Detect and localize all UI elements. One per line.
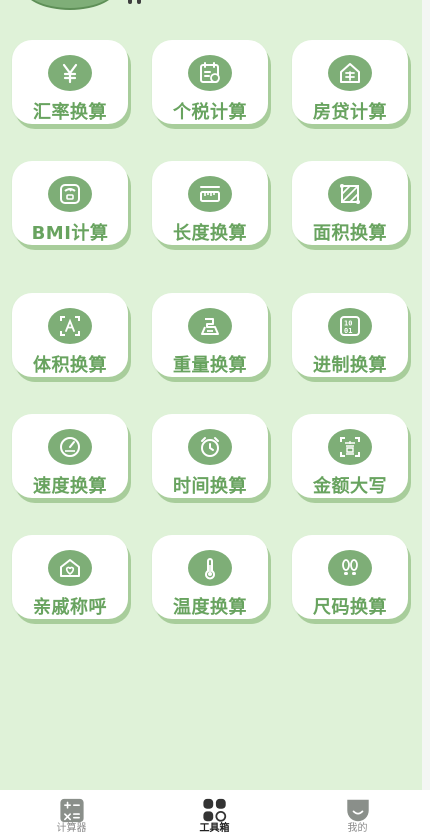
tax-calendar-icon — [188, 55, 232, 91]
yen-icon — [48, 55, 92, 91]
tool-label: 个税计算 — [173, 102, 247, 123]
weight-icon — [188, 308, 232, 344]
tab-profile[interactable]: 我的 — [286, 790, 429, 834]
svg-text:01: 01 — [344, 327, 352, 335]
family-home-icon — [48, 550, 92, 586]
tool-card-amount-uppercase[interactable]: 金额大写 — [292, 414, 408, 498]
chinese-numeral-icon — [328, 429, 372, 465]
tool-grid: 汇率换算 个税计算 房贷计算 BMI计算 长度换算 面积换算 体积换算 重量换算… — [12, 40, 412, 650]
tool-label: 亲戚称呼 — [33, 597, 107, 618]
tool-card-area[interactable]: 面积换算 — [292, 161, 408, 245]
tool-label: 长度换算 — [173, 223, 247, 244]
tool-card-base-conversion[interactable]: 10 01 进制换算 — [292, 293, 408, 377]
tool-card-weight[interactable]: 重量换算 — [152, 293, 268, 377]
tool-card-relatives[interactable]: 亲戚称呼 — [12, 535, 128, 619]
tool-card-speed[interactable]: 速度换算 — [12, 414, 128, 498]
tab-toolbox[interactable]: 工具箱 — [143, 790, 286, 834]
tab-label: 计算器 — [56, 823, 87, 834]
mascot-illustration — [22, 0, 118, 8]
tool-label: 汇率换算 — [33, 102, 107, 123]
tab-label: 我的 — [347, 823, 368, 834]
tab-label: 工具箱 — [199, 823, 230, 834]
tool-label: 房贷计算 — [313, 102, 387, 123]
footprints-icon — [328, 550, 372, 586]
speedometer-icon — [48, 429, 92, 465]
bottom-tab-bar: 计算器 工具箱 我的 — [0, 790, 430, 834]
scale-icon — [48, 176, 92, 212]
tool-label: 温度换算 — [173, 597, 247, 618]
tool-card-bmi[interactable]: BMI计算 — [12, 161, 128, 245]
binary-icon: 10 01 — [328, 308, 372, 344]
tool-label: 速度换算 — [33, 476, 107, 497]
tool-card-exchange-rate[interactable]: 汇率换算 — [12, 40, 128, 124]
cube-icon — [48, 308, 92, 344]
profile-icon — [346, 799, 369, 822]
calculator-icon — [59, 798, 84, 823]
tool-card-length[interactable]: 长度换算 — [152, 161, 268, 245]
thermometer-icon — [188, 550, 232, 586]
tool-label: 尺码换算 — [313, 597, 387, 618]
tool-label: 时间换算 — [173, 476, 247, 497]
mascot-leg — [137, 0, 141, 4]
tool-label: 金额大写 — [313, 476, 387, 497]
tool-label: 进制换算 — [313, 355, 387, 376]
tool-card-mortgage[interactable]: 房贷计算 — [292, 40, 408, 124]
tab-calculator[interactable]: 计算器 — [0, 790, 143, 834]
alarm-clock-icon — [188, 429, 232, 465]
scrollbar-track — [422, 0, 430, 790]
tool-label: BMI计算 — [31, 223, 109, 244]
ruler-icon — [188, 176, 232, 212]
tool-label: 体积换算 — [33, 355, 107, 376]
area-icon — [328, 176, 372, 212]
tool-card-income-tax[interactable]: 个税计算 — [152, 40, 268, 124]
tool-card-volume[interactable]: 体积换算 — [12, 293, 128, 377]
tool-label: 重量换算 — [173, 355, 247, 376]
tool-card-temperature[interactable]: 温度换算 — [152, 535, 268, 619]
mascot-leg — [128, 0, 132, 4]
house-loan-icon — [328, 55, 372, 91]
grid-tools-icon — [202, 798, 226, 822]
tool-card-size[interactable]: 尺码换算 — [292, 535, 408, 619]
tool-label: 面积换算 — [313, 223, 387, 244]
tool-card-time[interactable]: 时间换算 — [152, 414, 268, 498]
tools-page: 汇率换算 个税计算 房贷计算 BMI计算 长度换算 面积换算 体积换算 重量换算… — [0, 0, 422, 790]
